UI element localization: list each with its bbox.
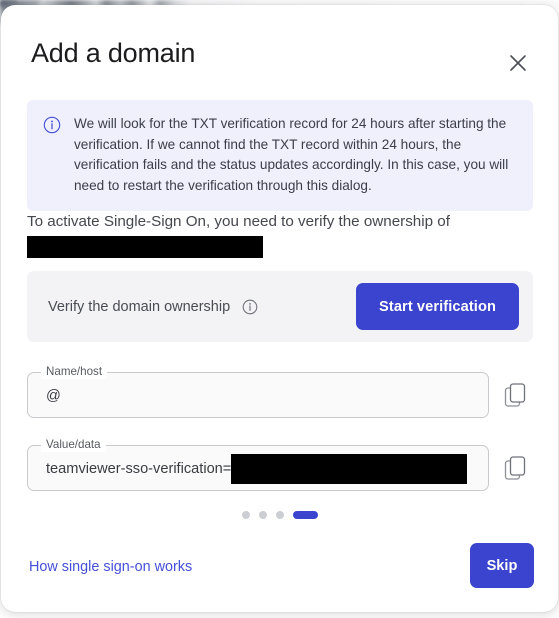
skip-button[interactable]: Skip <box>470 543 534 588</box>
name-host-input[interactable]: Name/host @ <box>27 365 489 418</box>
copy-icon[interactable] <box>502 454 530 484</box>
step-indicator <box>1 511 558 519</box>
info-circle-icon[interactable] <box>242 299 258 315</box>
value-data-input[interactable]: Value/data teamviewer-sso-verification= <box>27 438 489 492</box>
how-single-sign-on-works-link[interactable]: How single sign-on works <box>29 559 192 575</box>
value-data-value-wrapper: teamviewer-sso-verification= <box>46 446 468 492</box>
activation-instructions-text: To activate Single-Sign On, you need to … <box>27 213 450 230</box>
close-icon[interactable] <box>504 49 532 77</box>
copy-icon[interactable] <box>502 381 530 411</box>
step-dot-1[interactable] <box>241 511 250 519</box>
activation-instructions: To activate Single-Sign On, you need to … <box>27 210 527 258</box>
info-banner: We will look for the TXT verification re… <box>27 100 533 211</box>
page-title: Add a domain <box>31 38 196 68</box>
info-banner-text: We will look for the TXT verification re… <box>74 116 509 193</box>
start-verification-button[interactable]: Start verification <box>356 283 519 330</box>
step-dot-2[interactable] <box>258 511 267 519</box>
info-circle-icon <box>43 116 61 134</box>
step-dot-3[interactable] <box>275 511 284 519</box>
redacted-verification-token <box>231 454 468 484</box>
add-domain-dialog: Add a domain We will look for the TXT ve… <box>1 5 558 612</box>
step-dot-4-active[interactable] <box>292 511 318 519</box>
dialog-header: Add a domain <box>1 5 558 101</box>
name-host-value: @ <box>46 388 61 404</box>
value-data-field-row: Value/data teamviewer-sso-verification= <box>27 438 533 492</box>
verify-domain-ownership-panel: Verify the domain ownership Start verifi… <box>27 271 533 342</box>
redacted-domain-name <box>27 236 263 258</box>
verify-domain-ownership-label: Verify the domain ownership <box>48 298 231 315</box>
name-host-field-row: Name/host @ <box>27 365 533 418</box>
value-data-value: teamviewer-sso-verification= <box>46 461 232 477</box>
